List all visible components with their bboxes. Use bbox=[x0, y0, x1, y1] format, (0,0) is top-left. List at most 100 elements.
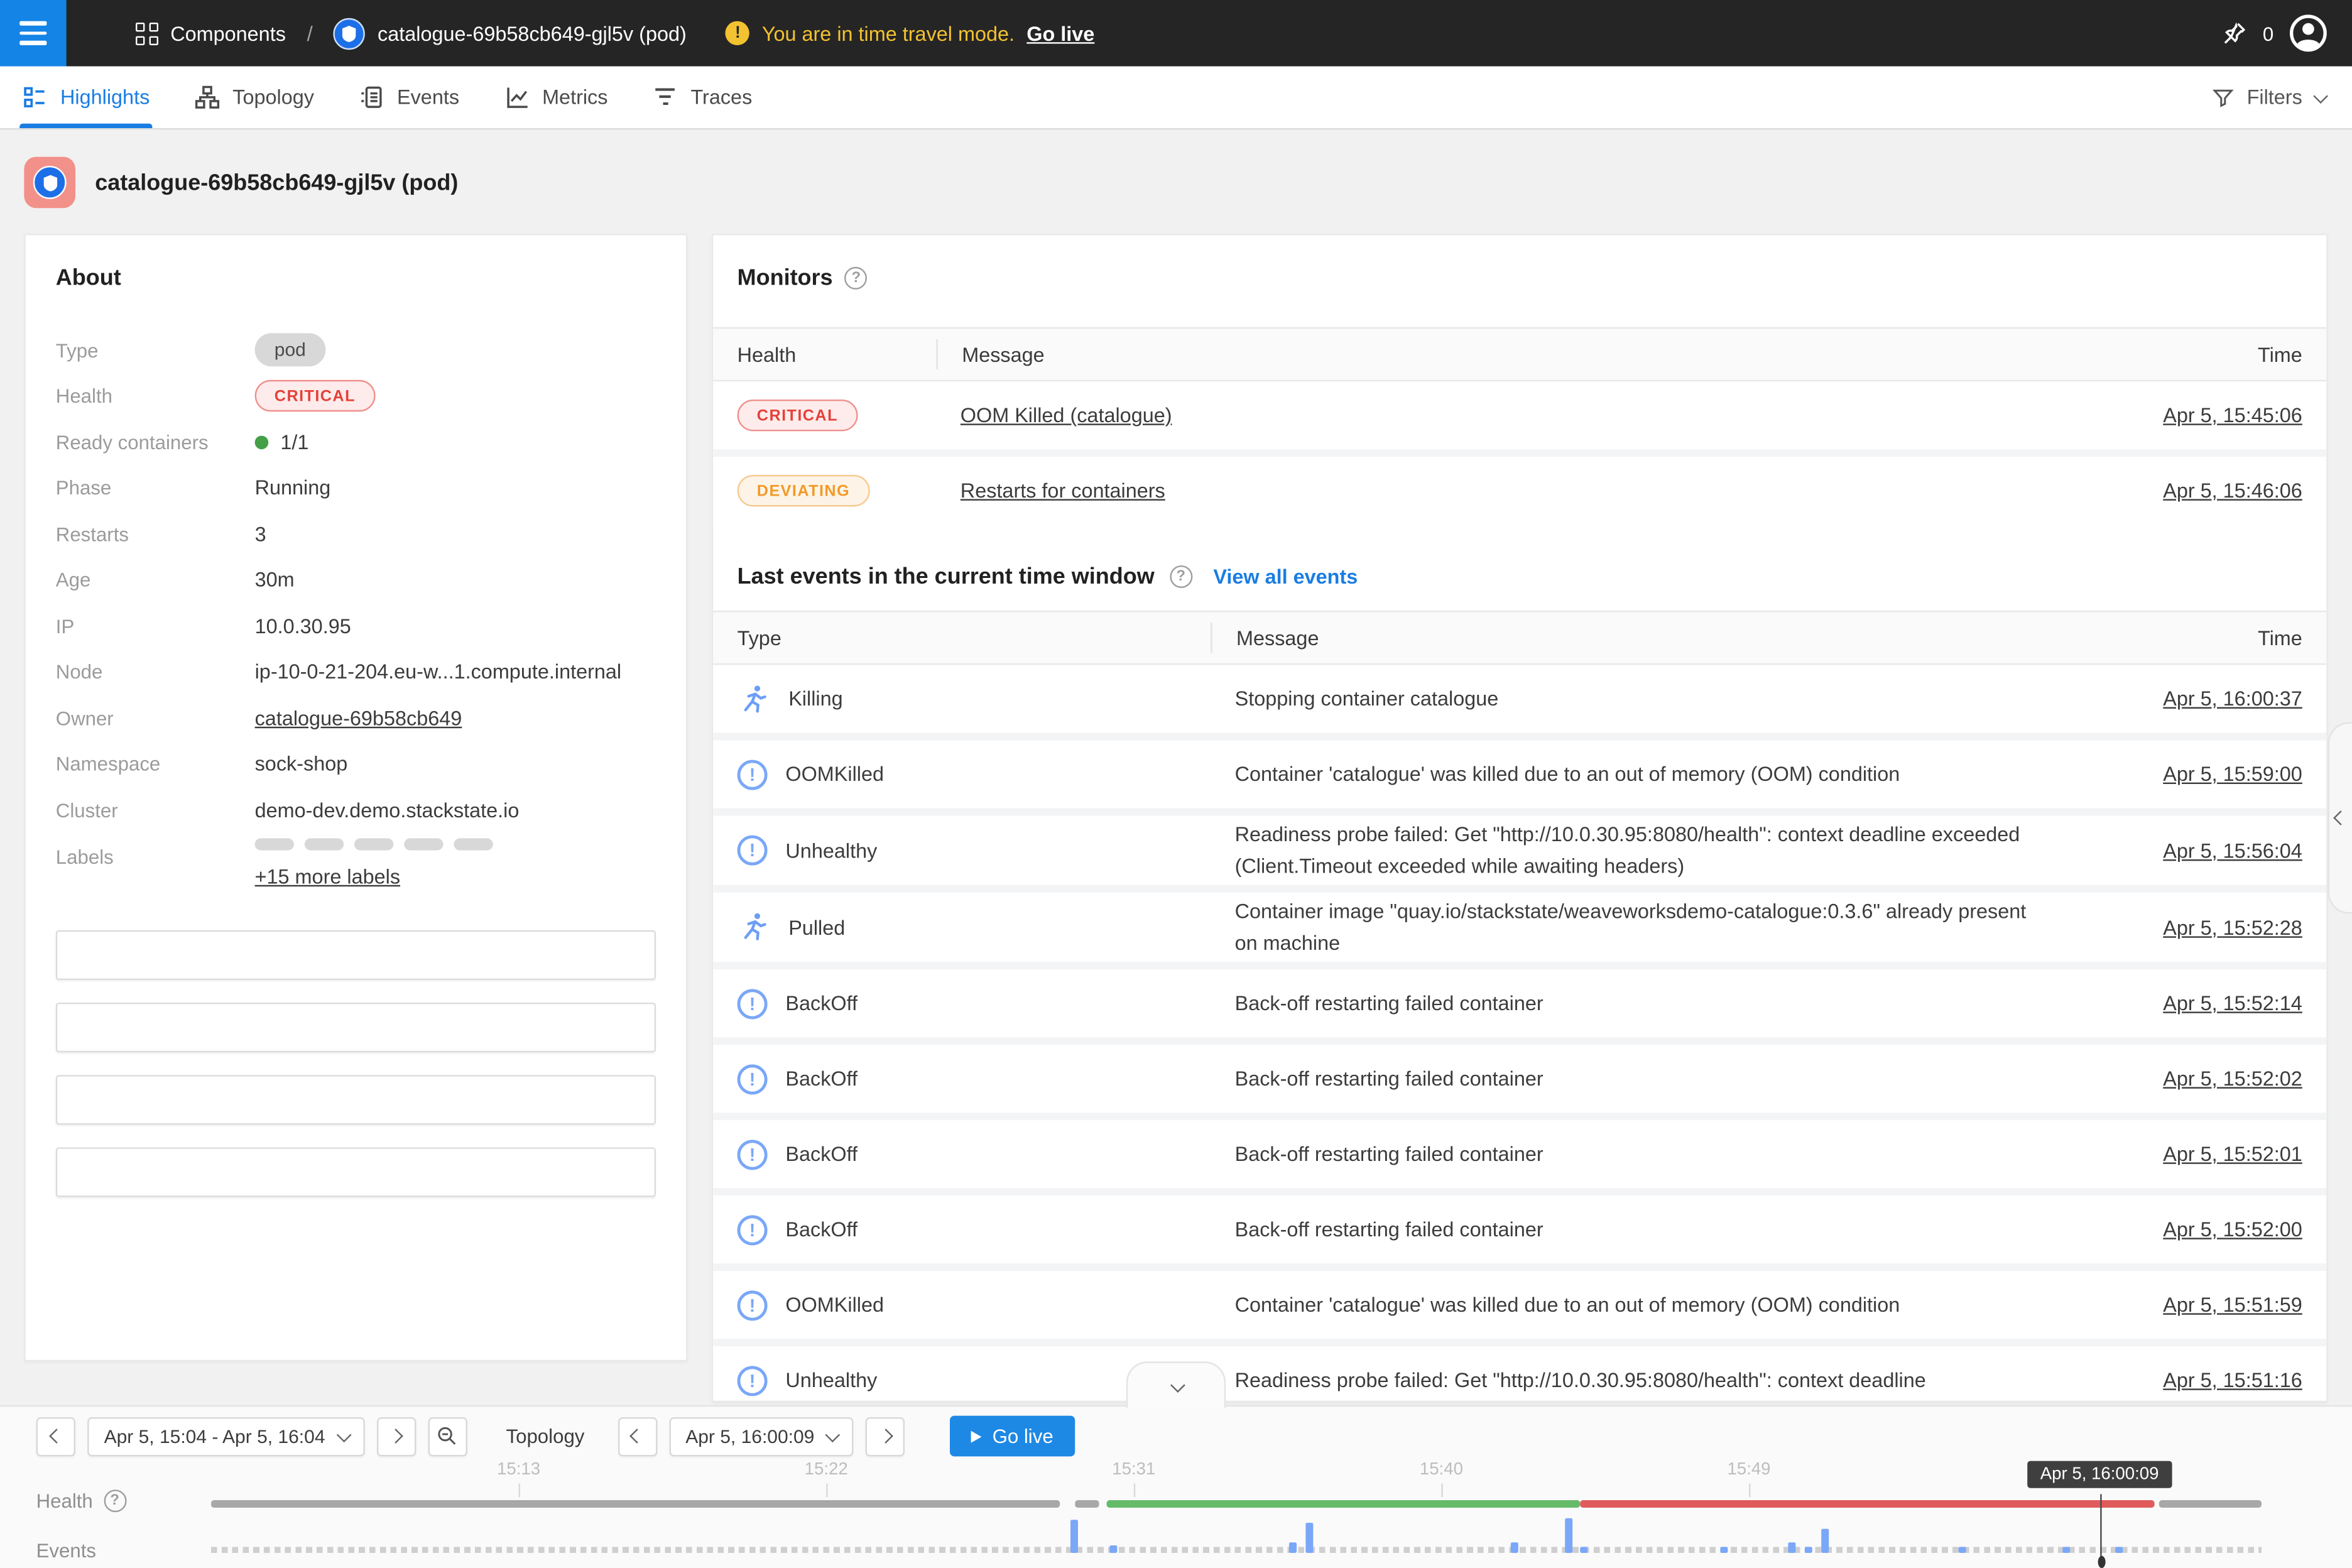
events-rows: Killing Stopping container catalogue Apr… bbox=[713, 665, 2326, 1402]
hamburger-menu-icon[interactable] bbox=[0, 0, 67, 67]
event-row[interactable]: ! Unhealthy Readiness probe failed: Get … bbox=[713, 808, 2326, 885]
event-row[interactable]: ! BackOff Back-off restarting failed con… bbox=[713, 1037, 2326, 1113]
events-timeline[interactable] bbox=[211, 1515, 2262, 1553]
column-header-time: Time bbox=[2076, 343, 2326, 366]
chevron-left-icon bbox=[48, 1429, 63, 1444]
topology-time-dropdown[interactable]: Apr 5, 16:00:09 bbox=[669, 1417, 854, 1456]
go-live-link[interactable]: Go live bbox=[1026, 22, 1094, 45]
tab-topology[interactable]: Topology bbox=[172, 67, 337, 128]
monitors-heading-text: Monitors bbox=[738, 265, 833, 291]
health-segment bbox=[211, 1500, 1060, 1508]
help-icon[interactable]: ? bbox=[1170, 565, 1192, 588]
owner-link[interactable]: catalogue-69b58cb649 bbox=[255, 707, 462, 729]
event-row[interactable]: ! BackOff Back-off restarting failed con… bbox=[713, 962, 2326, 1037]
event-row[interactable]: ! BackOff Back-off restarting failed con… bbox=[713, 1188, 2326, 1263]
filters-button[interactable]: Filters bbox=[2185, 67, 2352, 128]
pin-icon[interactable] bbox=[2219, 19, 2248, 48]
event-time-link[interactable]: Apr 5, 15:52:28 bbox=[2163, 916, 2302, 939]
event-time-link[interactable]: Apr 5, 15:56:04 bbox=[2163, 839, 2302, 862]
metrics-icon bbox=[504, 84, 530, 110]
traces-icon bbox=[653, 84, 678, 110]
breadcrumb-entity[interactable]: catalogue-69b58cb649-gjl5v (pod) bbox=[378, 22, 687, 45]
tab-label: Events bbox=[397, 86, 459, 109]
field-cluster: Cluster demo-dev.demo.stackstate.io bbox=[56, 787, 656, 833]
help-icon[interactable]: ? bbox=[104, 1489, 126, 1512]
event-time-link[interactable]: Apr 5, 15:59:00 bbox=[2163, 763, 2302, 785]
event-row[interactable]: Pulled Container image "quay.io/stacksta… bbox=[713, 885, 2326, 962]
event-time-link[interactable]: Apr 5, 16:00:37 bbox=[2163, 687, 2302, 710]
user-avatar-icon[interactable] bbox=[2289, 14, 2328, 53]
time-marker-line[interactable] bbox=[2099, 1494, 2102, 1563]
exclamation-circle-icon: ! bbox=[738, 1139, 768, 1169]
view-all-events-link[interactable]: View all events bbox=[1213, 565, 1358, 588]
show-action-button[interactable] bbox=[56, 1146, 656, 1196]
show-action-button[interactable] bbox=[56, 1002, 656, 1052]
monitor-time-link[interactable]: Apr 5, 15:45:06 bbox=[2163, 404, 2302, 427]
event-message: Readiness probe failed: Get "http://10.0… bbox=[1211, 819, 2076, 882]
event-time-link[interactable]: Apr 5, 15:51:59 bbox=[2163, 1293, 2302, 1316]
zoom-out-button[interactable] bbox=[428, 1417, 467, 1456]
runner-icon bbox=[738, 682, 771, 716]
health-segment bbox=[1074, 1500, 1099, 1508]
chevron-left-icon bbox=[2333, 810, 2348, 825]
event-row[interactable]: ! OOMKilled Container 'catalogue' was ki… bbox=[713, 732, 2326, 808]
show-action-button[interactable] bbox=[56, 930, 656, 979]
event-row[interactable]: ! BackOff Back-off restarting failed con… bbox=[713, 1113, 2326, 1188]
time-marker-dot[interactable] bbox=[2098, 1556, 2105, 1568]
event-time-link[interactable]: Apr 5, 15:52:01 bbox=[2163, 1143, 2302, 1165]
breadcrumb-section[interactable]: Components bbox=[170, 22, 286, 45]
event-row[interactable]: ! OOMKilled Container 'catalogue' was ki… bbox=[713, 1263, 2326, 1339]
about-fields: Type pod Health CRITICAL Ready container… bbox=[56, 327, 656, 890]
chevron-down-icon bbox=[825, 1427, 841, 1442]
time-range-dropdown[interactable]: Apr 5, 15:04 - Apr 5, 16:04 bbox=[87, 1417, 364, 1456]
event-type-label: Unhealthy bbox=[785, 839, 877, 862]
tab-traces[interactable]: Traces bbox=[630, 67, 775, 128]
field-health: Health CRITICAL bbox=[56, 373, 656, 419]
monitor-row[interactable]: CRITICAL OOM Killed (catalogue) Apr 5, 1… bbox=[713, 381, 2326, 449]
exclamation-circle-icon: ! bbox=[738, 836, 768, 866]
warning-icon: ! bbox=[726, 21, 749, 45]
type-pill: pod bbox=[255, 334, 325, 367]
topology-time-next-button[interactable] bbox=[866, 1417, 905, 1456]
about-panel: About Type pod Health CRITICAL Ready con… bbox=[24, 234, 687, 1361]
help-icon[interactable]: ? bbox=[845, 267, 868, 290]
event-time-link[interactable]: Apr 5, 15:52:14 bbox=[2163, 992, 2302, 1015]
range-next-button[interactable] bbox=[376, 1417, 415, 1456]
monitor-time-link[interactable]: Apr 5, 15:46:06 bbox=[2163, 479, 2302, 502]
range-prev-button[interactable] bbox=[36, 1417, 75, 1456]
monitor-message-link[interactable]: OOM Killed (catalogue) bbox=[961, 404, 1172, 427]
tab-label: Topology bbox=[232, 86, 314, 109]
exclamation-circle-icon: ! bbox=[738, 1214, 768, 1244]
field-label: Labels bbox=[56, 833, 255, 868]
timeline-collapse-handle[interactable] bbox=[1126, 1361, 1226, 1408]
about-actions bbox=[56, 930, 656, 1197]
field-node: Node ip-10-0-21-204.eu-w...1.compute.int… bbox=[56, 649, 656, 695]
tab-metrics[interactable]: Metrics bbox=[482, 67, 630, 128]
field-label: Node bbox=[56, 661, 255, 683]
go-live-button[interactable]: Go live bbox=[950, 1416, 1074, 1457]
show-action-button[interactable] bbox=[56, 1074, 656, 1124]
event-row[interactable]: Killing Stopping container catalogue Apr… bbox=[713, 665, 2326, 732]
tab-events[interactable]: Events bbox=[337, 67, 482, 128]
event-row[interactable]: ! Unhealthy Readiness probe failed: Get … bbox=[713, 1339, 2326, 1402]
health-timeline[interactable] bbox=[211, 1500, 2262, 1508]
timeline-tick-mark bbox=[1134, 1484, 1135, 1498]
tab-highlights[interactable]: Highlights bbox=[0, 67, 172, 128]
field-value: 30m bbox=[255, 569, 295, 591]
event-time-link[interactable]: Apr 5, 15:51:16 bbox=[2163, 1369, 2302, 1391]
monitor-message-link[interactable]: Restarts for containers bbox=[961, 479, 1165, 502]
monitors-heading: Monitors ? bbox=[738, 265, 2327, 291]
field-age: Age 30m bbox=[56, 557, 656, 603]
event-time-link[interactable]: Apr 5, 15:52:00 bbox=[2163, 1218, 2302, 1241]
top-bar: Components / catalogue-69b58cb649-gjl5v … bbox=[0, 0, 2352, 67]
event-type-label: OOMKilled bbox=[785, 1293, 884, 1316]
exclamation-circle-icon: ! bbox=[738, 988, 768, 1018]
timeline-tick-mark bbox=[1441, 1484, 1442, 1498]
side-panel-collapse-handle[interactable] bbox=[2328, 722, 2352, 914]
field-namespace: Namespace sock-shop bbox=[56, 741, 656, 787]
more-labels-link[interactable]: +15 more labels bbox=[255, 864, 400, 887]
column-header-type: Type bbox=[713, 626, 1211, 649]
topology-time-prev-button[interactable] bbox=[618, 1417, 656, 1456]
event-time-link[interactable]: Apr 5, 15:52:02 bbox=[2163, 1067, 2302, 1090]
monitor-row[interactable]: DEVIATING Restarts for containers Apr 5,… bbox=[713, 449, 2326, 525]
